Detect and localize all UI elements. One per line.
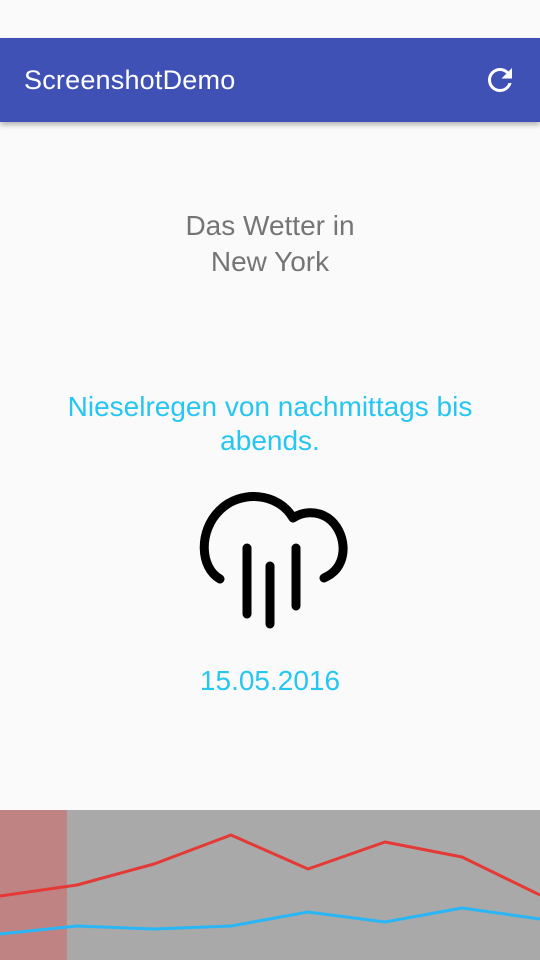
status-bar (0, 0, 540, 38)
chart-series-line-1 (0, 833, 540, 898)
weather-content: Das Wetter in New York Nieselregen von n… (0, 122, 540, 810)
refresh-icon (488, 68, 512, 92)
forecast-chart (0, 810, 540, 960)
refresh-button[interactable] (478, 58, 522, 102)
forecast-date: 15.05.2016 (199, 665, 341, 696)
weather-condition: Nieselregen von nachmittags bis abends. (67, 391, 473, 456)
heading-line-2: New York (210, 246, 330, 277)
drizzle-cloud-icon (199, 492, 348, 629)
chart-series-line-2 (0, 906, 540, 936)
weather-heading: Das Wetter in New York (0, 208, 540, 280)
heading-line-1: Das Wetter in (185, 210, 355, 241)
app-title: ScreenshotDemo (24, 65, 236, 95)
app-bar: ScreenshotDemo (0, 38, 540, 122)
chart-highlight-column (0, 810, 67, 960)
forecast-chart-svg (0, 810, 540, 960)
